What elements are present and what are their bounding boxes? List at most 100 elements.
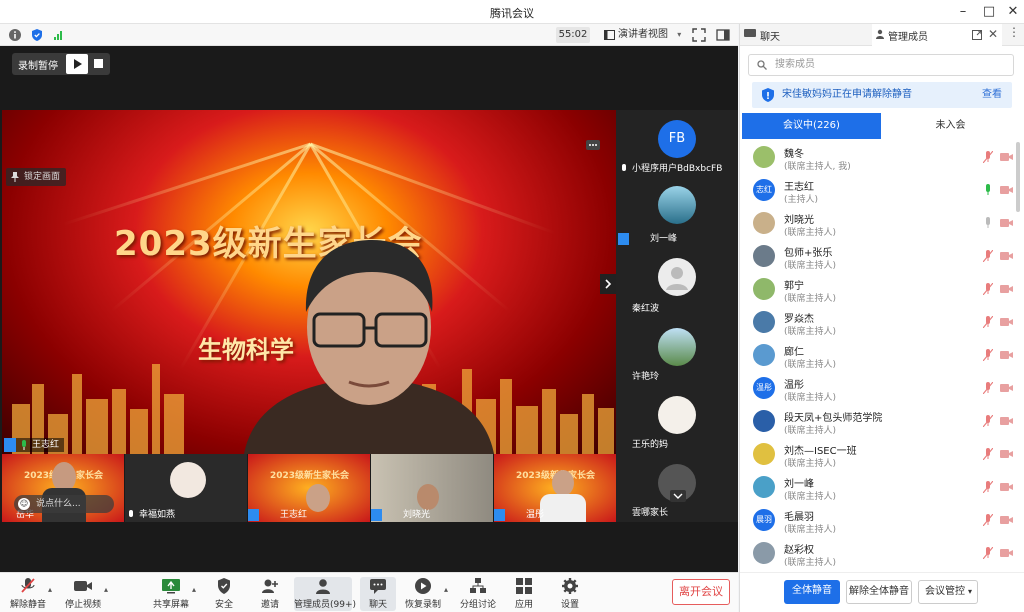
- invite-button[interactable]: 邀请: [254, 577, 286, 611]
- tab-members[interactable]: 管理成员: [872, 24, 1002, 46]
- mic-icon[interactable]: [983, 217, 993, 229]
- leave-meeting-button[interactable]: 离开会议: [672, 579, 730, 605]
- participant-tile[interactable]: 雲哪家长: [616, 450, 738, 518]
- notice-view-link[interactable]: 查看: [982, 82, 1002, 108]
- resume-recording-button[interactable]: 恢复录制: [404, 577, 442, 611]
- camera-off-icon[interactable]: [1000, 383, 1013, 393]
- member-row[interactable]: 罗焱杰 (联席主持人): [740, 307, 1024, 340]
- unmute-button[interactable]: 解除静音: [8, 577, 48, 611]
- sidebar-toggle-icon[interactable]: [716, 28, 730, 42]
- maximize-button[interactable]: □: [980, 3, 998, 21]
- member-row[interactable]: 包师+张乐 (联席主持人): [740, 241, 1024, 274]
- mute-all-button[interactable]: 全体静音: [784, 580, 840, 604]
- meeting-control-dropdown[interactable]: 会议管控 ▾: [918, 580, 978, 604]
- member-row[interactable]: 刘一峰 (联席主持人): [740, 472, 1024, 505]
- participant-tile[interactable]: 许艳玲: [616, 314, 738, 382]
- member-name: 段天凤+包头师范学院: [784, 413, 883, 424]
- fullscreen-icon[interactable]: [692, 28, 706, 42]
- chevron-up-icon[interactable]: ▴: [444, 585, 448, 594]
- search-members-input[interactable]: 搜索成员: [748, 54, 1014, 76]
- camera-off-icon[interactable]: [1000, 350, 1013, 360]
- resume-recording-icon[interactable]: [66, 54, 88, 74]
- mic-muted-icon[interactable]: [983, 481, 993, 493]
- reaction-input[interactable]: ☺ 说点什么...: [14, 495, 114, 513]
- member-row[interactable]: 段天凤+包头师范学院 (联席主持人): [740, 406, 1024, 439]
- chevron-up-icon[interactable]: ▴: [192, 585, 196, 594]
- close-button[interactable]: ✕: [1004, 3, 1022, 21]
- tab-not-joined[interactable]: 未入会: [881, 113, 1020, 139]
- next-page-icon[interactable]: [600, 274, 616, 294]
- mic-muted-icon[interactable]: [983, 382, 993, 394]
- camera-off-icon[interactable]: [1000, 548, 1013, 558]
- member-row[interactable]: 廊仁 (联席主持人): [740, 340, 1024, 373]
- scroll-down-icon[interactable]: [670, 490, 686, 502]
- close-panel-icon[interactable]: ✕: [988, 27, 998, 41]
- camera-off-icon[interactable]: [1000, 185, 1013, 195]
- chevron-up-icon[interactable]: ▴: [48, 585, 52, 594]
- settings-button[interactable]: 设置: [554, 577, 586, 611]
- stop-recording-icon[interactable]: [94, 59, 103, 68]
- main-speaker-video[interactable]: 2023级新生家长会 生物科学 锁定画面 王志红: [2, 110, 616, 454]
- manage-members-button[interactable]: 管理成员(99+): [294, 577, 356, 611]
- tab-chat[interactable]: 聊天: [744, 28, 780, 43]
- member-role: (联席主持人): [784, 459, 837, 469]
- participant-thumbnail[interactable]: 幸福如燕: [125, 454, 247, 522]
- camera-off-icon[interactable]: [1000, 152, 1013, 162]
- mic-muted-icon[interactable]: [983, 547, 993, 559]
- camera-off-icon[interactable]: [1000, 449, 1013, 459]
- signal-icon[interactable]: [52, 28, 66, 42]
- participant-thumbnail[interactable]: 2023级新生家长会 温彤: [494, 454, 616, 522]
- member-name: 包师+张乐: [784, 248, 833, 259]
- member-row[interactable]: 刘晓光 (联席主持人): [740, 208, 1024, 241]
- chevron-up-icon[interactable]: ▴: [104, 585, 108, 594]
- member-row[interactable]: 魏冬 (联席主持人, 我): [740, 142, 1024, 175]
- member-row[interactable]: 郭宁 (联席主持人): [740, 274, 1024, 307]
- share-screen-button[interactable]: 共享屏幕: [150, 577, 192, 611]
- chat-button[interactable]: 聊天: [360, 577, 396, 611]
- member-row[interactable]: 晨羽 毛晨羽 (联席主持人): [740, 505, 1024, 538]
- camera-off-icon[interactable]: [1000, 218, 1013, 228]
- mic-muted-icon[interactable]: [983, 250, 993, 262]
- mic-muted-icon[interactable]: [983, 151, 993, 163]
- tab-in-meeting[interactable]: 会议中(226): [742, 113, 881, 139]
- minimize-button[interactable]: –: [954, 3, 972, 21]
- view-mode-dropdown[interactable]: 演讲者视图 ▾: [604, 27, 681, 43]
- mic-muted-icon[interactable]: [983, 283, 993, 295]
- more-icon[interactable]: ⋮: [1008, 25, 1020, 39]
- info-icon[interactable]: [8, 28, 22, 42]
- member-row[interactable]: 志红 王志红 (主持人): [740, 175, 1024, 208]
- member-name: 魏冬: [784, 149, 804, 160]
- member-row[interactable]: 刘杰—ISEC一班 (联席主持人): [740, 439, 1024, 472]
- camera-off-icon[interactable]: [1000, 251, 1013, 261]
- camera-off-icon[interactable]: [1000, 317, 1013, 327]
- security-button[interactable]: 安全: [208, 577, 240, 611]
- more-options-icon[interactable]: [586, 140, 600, 150]
- mic-muted-icon[interactable]: [983, 415, 993, 427]
- breakout-rooms-button[interactable]: 分组讨论: [458, 577, 498, 611]
- apps-button[interactable]: 应用: [508, 577, 540, 611]
- member-row[interactable]: 温彤 温彤 (联席主持人): [740, 373, 1024, 406]
- unmute-all-button[interactable]: 解除全体静音: [846, 580, 912, 604]
- camera-off-icon[interactable]: [1000, 515, 1013, 525]
- camera-off-icon[interactable]: [1000, 482, 1013, 492]
- mic-muted-icon[interactable]: [983, 514, 993, 526]
- stop-video-button[interactable]: 停止视频: [62, 577, 104, 611]
- member-row[interactable]: 赵彩权 (联席主持人): [740, 538, 1024, 571]
- participant-thumbnail[interactable]: 刘晓光: [371, 454, 493, 522]
- participant-tile[interactable]: 刘一峰: [616, 178, 738, 246]
- popout-icon[interactable]: [972, 30, 982, 40]
- participant-tile[interactable]: FB 小程序用户BdBxbcFB: [616, 110, 738, 178]
- camera-off-icon[interactable]: [1000, 284, 1013, 294]
- mic-muted-icon[interactable]: [983, 448, 993, 460]
- mic-muted-icon[interactable]: [983, 349, 993, 361]
- participant-thumbnail[interactable]: 2023级新生家长会 王志红: [248, 454, 370, 522]
- camera-off-icon[interactable]: [1000, 416, 1013, 426]
- mic-icon[interactable]: [983, 184, 993, 196]
- lock-screen-button[interactable]: 锁定画面: [6, 168, 67, 186]
- participant-tile[interactable]: 秦红波: [616, 246, 738, 314]
- mic-muted-icon[interactable]: [983, 316, 993, 328]
- participant-tile[interactable]: 王乐的妈: [616, 382, 738, 450]
- member-list-scrollbar[interactable]: [1016, 142, 1020, 212]
- emoji-icon: ☺: [18, 498, 30, 510]
- shield-icon[interactable]: [30, 28, 44, 42]
